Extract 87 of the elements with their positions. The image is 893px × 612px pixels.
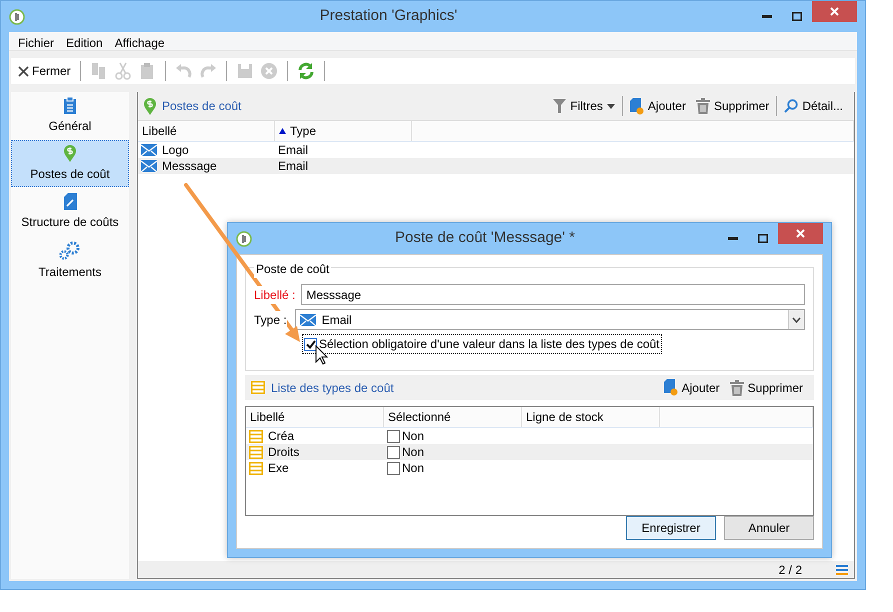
maximize-icon	[792, 12, 802, 21]
filter-dropdown[interactable]: Filtres	[548, 97, 620, 115]
table-cell-text: Non	[402, 444, 424, 462]
search-icon	[784, 99, 798, 113]
table-cell-text: Non	[402, 460, 424, 478]
refresh-icon	[296, 62, 315, 80]
copy-icon	[90, 62, 108, 80]
toolbar-button[interactable]: Ajouter	[658, 378, 725, 397]
list-icon	[249, 462, 263, 475]
envelope-icon	[300, 314, 316, 326]
checkbox[interactable]	[387, 430, 400, 443]
close-icon	[796, 229, 805, 238]
add-document-icon	[664, 379, 678, 396]
undo-icon	[174, 62, 193, 80]
envelope-icon	[141, 160, 157, 172]
table-cell-text: Créa	[268, 428, 294, 446]
close-button[interactable]	[812, 1, 857, 22]
app-logo-icon	[9, 8, 25, 24]
close-button[interactable]	[778, 223, 823, 244]
minimize-icon	[762, 15, 772, 18]
chevron-down-icon	[792, 316, 801, 322]
maximize-icon	[758, 234, 768, 243]
table-cell-text: Email	[278, 142, 308, 159]
menu-item[interactable]: Fichier	[12, 32, 60, 50]
sidebar-item[interactable]: Postes de coût	[11, 140, 129, 187]
close-icon	[18, 66, 29, 76]
trash-icon	[730, 380, 744, 396]
app-logo-icon	[236, 230, 252, 246]
minimize-icon	[728, 237, 738, 240]
table-cell-text: Droits	[268, 444, 300, 462]
table-cell-text: Email	[278, 158, 308, 175]
table-cell-text: Non	[402, 428, 424, 446]
window-title: Prestation 'Graphics'	[318, 6, 458, 26]
envelope-icon	[141, 144, 157, 156]
menu-item[interactable]: Affichage	[108, 32, 171, 50]
pin-icon	[64, 145, 76, 162]
close-icon	[830, 7, 839, 16]
dialog-button[interactable]: Annuler	[724, 516, 814, 540]
column-header[interactable]: Libellé	[138, 121, 275, 141]
column-header[interactable]: Libellé	[246, 407, 384, 428]
pin-icon	[144, 98, 156, 114]
trash-icon	[696, 98, 710, 114]
sort-ascending-icon	[279, 128, 286, 134]
toolbar-button[interactable]: Supprimer	[690, 97, 774, 115]
menu-item[interactable]: Edition	[60, 32, 109, 50]
gears-icon	[59, 241, 81, 260]
list-icon	[249, 430, 263, 443]
table-row[interactable]: Droits Non	[246, 444, 813, 460]
table-cell-text: Exe	[268, 460, 289, 478]
column-header[interactable]: Type	[275, 121, 412, 141]
list-icon	[249, 446, 263, 459]
record-count: 2 / 2	[778, 562, 802, 578]
save-icon	[236, 62, 254, 80]
caret-icon	[606, 104, 615, 108]
text-field[interactable]: Messsage	[301, 284, 805, 305]
check-icon	[306, 340, 316, 348]
checkbox[interactable]: Sélection obligatoire d'une valeur dans la liste des types de coût	[302, 334, 662, 354]
column-header[interactable]: Ligne de stock	[522, 407, 660, 428]
toolbar-button[interactable]: Ajouter	[624, 97, 691, 115]
redo-icon	[198, 62, 217, 80]
cut-icon	[114, 62, 132, 80]
table-cell-text: Messsage	[162, 158, 217, 175]
list-menu-icon	[836, 564, 848, 574]
cancel-icon	[260, 62, 278, 80]
list-icon	[251, 381, 265, 394]
column-header[interactable]: Sélectionné	[384, 407, 522, 428]
toolbar-button[interactable]: Supprimer	[724, 378, 808, 397]
checkbox[interactable]	[387, 446, 400, 459]
type-dropdown[interactable]: Email	[294, 309, 805, 330]
sidebar-item[interactable]: Général	[11, 92, 129, 139]
checkbox[interactable]	[387, 462, 400, 475]
table-cell-text: Logo	[162, 142, 189, 159]
dialog-title: Poste de coût 'Messsage' *	[394, 228, 576, 248]
table-row[interactable]: Messsage Email	[138, 158, 854, 174]
close-window-button[interactable]: Fermer	[15, 62, 74, 80]
toolbar-button[interactable]: Détail...	[779, 97, 848, 115]
field-label: Type :	[254, 310, 287, 328]
add-document-icon	[630, 98, 644, 114]
list-title: Liste des types de coût	[271, 380, 394, 397]
panel-title: Postes de coût	[162, 98, 242, 115]
sidebar-item[interactable]: Traitements	[11, 236, 129, 285]
dialog-button[interactable]: Enregistrer	[626, 516, 716, 540]
field-label: Libellé :	[254, 286, 296, 304]
filter-icon	[553, 99, 566, 113]
document-icon	[64, 193, 76, 210]
sidebar-item[interactable]: Structure de coûts	[11, 188, 129, 235]
clipboard-icon	[64, 97, 76, 114]
